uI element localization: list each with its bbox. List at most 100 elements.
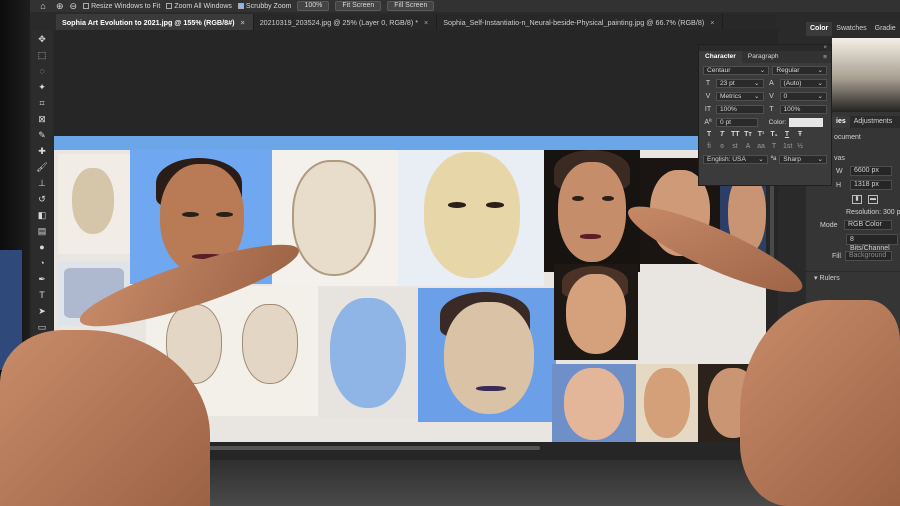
marquee-icon[interactable]: ⬚ (36, 50, 48, 61)
pen-icon[interactable]: ✒ (36, 274, 48, 285)
antialias-select[interactable]: Sharp ⌄ (779, 154, 827, 164)
zoom-out-icon[interactable]: ⊖ (70, 1, 78, 12)
zoom-all-windows-checkbox[interactable]: Zoom All Windows (166, 3, 232, 10)
language-select[interactable]: English: USA ⌄ (703, 154, 768, 164)
swash-button[interactable]: st (731, 143, 739, 150)
horizontal-scale-field[interactable]: 100% (779, 104, 827, 114)
height-field[interactable]: 1318 px (850, 180, 892, 190)
close-icon[interactable]: × (424, 18, 428, 30)
gradient-icon[interactable]: ▤ (36, 226, 48, 237)
ligature-button[interactable]: fi (705, 143, 713, 150)
antialias-value: Sharp (783, 155, 801, 163)
eyedropper-icon[interactable]: ✎ (36, 130, 48, 141)
home-icon[interactable]: ⌂ (36, 1, 50, 11)
rulers-section[interactable]: ▾ Rulers (806, 271, 900, 284)
scrubby-zoom-label: Scrubby Zoom (245, 2, 292, 10)
eraser-icon[interactable]: ◧ (36, 210, 48, 221)
discretionary-ligature-button[interactable]: ɞ (718, 143, 726, 150)
superscript-button[interactable]: T¹ (757, 131, 765, 138)
chevron-down-icon: ⌄ (817, 66, 823, 74)
faux-italic-button[interactable]: T (718, 131, 726, 138)
font-size-value: 23 pt (720, 79, 735, 87)
tracking-icon: V (769, 92, 774, 100)
tab-sophia-art-evolution[interactable]: Sophia Art Evolution to 2021.jpg @ 155% … (56, 14, 254, 30)
tab-gradients[interactable]: Gradie (871, 22, 900, 36)
chevron-down-icon: ⌄ (817, 92, 823, 100)
landscape-icon[interactable]: ▬ (868, 195, 878, 204)
tab-sophia-self-instantiation[interactable]: Sophia_Self-Instantiatio-n_Neural-beside… (437, 14, 724, 30)
font-style-select[interactable]: Regular ⌄ (772, 65, 827, 75)
scrubby-zoom-checkbox[interactable]: Scrubby Zoom (237, 2, 292, 10)
tab-20210319[interactable]: 20210319_203524.jpg @ 25% (Layer 0, RGB/… (254, 14, 438, 30)
healing-icon[interactable]: ✚ (36, 146, 48, 157)
tab-properties[interactable]: ies (832, 116, 850, 128)
color-picker-field[interactable] (832, 38, 900, 112)
vertical-scale-field[interactable]: 100% (716, 104, 764, 114)
tab-adjustments[interactable]: Adjustments (850, 116, 897, 128)
dodge-icon[interactable]: ◔ (36, 258, 48, 269)
fill-select[interactable]: Background (844, 251, 892, 261)
font-size-field[interactable]: 23 pt ⌄ (716, 78, 764, 88)
chevron-down-icon: ⌄ (817, 79, 823, 87)
magic-wand-icon[interactable]: ✦ (36, 82, 48, 93)
stylistic-alternates-button[interactable]: A (744, 143, 752, 150)
underline-button[interactable]: T (783, 131, 791, 138)
fit-screen-button[interactable]: Fit Screen (335, 1, 382, 11)
type-icon[interactable]: T (36, 290, 48, 301)
small-caps-button[interactable]: Tт (744, 131, 752, 138)
close-icon[interactable]: × (240, 18, 244, 30)
font-family-select[interactable]: Centaur ⌄ (703, 65, 770, 75)
kerning-icon: V (705, 92, 711, 100)
tracking-field[interactable]: 0 ⌄ (779, 91, 827, 101)
bit-depth-select[interactable]: 8 Bits/Channel (846, 234, 898, 252)
frame-icon[interactable]: ⊠ (36, 114, 48, 125)
text-color-swatch[interactable] (789, 117, 824, 127)
portrait-icon[interactable]: ▮ (852, 195, 862, 204)
crop-icon[interactable]: ⌗ (36, 98, 48, 109)
zoom-all-windows-label: Zoom All Windows (174, 2, 232, 10)
brush-icon[interactable]: 🖌 (36, 162, 48, 173)
width-field[interactable]: 6600 px (850, 166, 892, 176)
kerning-field[interactable]: Metrics ⌄ (716, 91, 764, 101)
antialias-icon: ªa (770, 156, 777, 162)
faux-bold-button[interactable]: T (705, 131, 713, 138)
fill-row: Fill Background (806, 249, 900, 263)
tab-character[interactable]: Character (699, 51, 742, 63)
horizontal-scale-value: 100% (783, 105, 801, 113)
history-brush-icon[interactable]: ↺ (36, 194, 48, 205)
all-caps-button[interactable]: TT (731, 131, 740, 138)
color-panel-tabs: Color Swatches Gradie (806, 22, 900, 36)
lasso-icon[interactable]: ◌ (36, 66, 48, 77)
stamp-icon[interactable]: ⊥ (36, 178, 48, 189)
fill-screen-button[interactable]: Fill Screen (387, 1, 435, 11)
blur-icon[interactable]: ● (36, 242, 48, 253)
ordinals-button[interactable]: 1st (783, 143, 792, 150)
strikethrough-button[interactable]: Ŧ (796, 131, 804, 138)
tab-paragraph[interactable]: Paragraph (742, 51, 785, 63)
leading-field[interactable]: (Auto) ⌄ (779, 78, 827, 88)
ornaments-button[interactable]: T (770, 143, 778, 150)
painting-white-sketch-1 (272, 150, 398, 286)
subscript-button[interactable]: T₁ (770, 131, 778, 138)
horizontal-scrollbar[interactable] (200, 446, 540, 450)
canvas-top-band (54, 136, 766, 150)
tools-panel: ✥ ⬚ ◌ ✦ ⌗ ⊠ ✎ ✚ 🖌 ⊥ ↺ ◧ ▤ ● ◔ ✒ T ➤ ▭ ✋ (32, 30, 52, 350)
resolution-text: Resolution: 300 pi (846, 209, 900, 216)
baseline-shift-field[interactable]: 0 pt (716, 117, 758, 127)
close-icon[interactable]: × (710, 18, 714, 30)
zoom-in-icon[interactable]: ⊕ (56, 1, 64, 12)
path-select-icon[interactable]: ➤ (36, 306, 48, 317)
titling-button[interactable]: aa (757, 143, 765, 150)
close-icon[interactable]: × (823, 45, 827, 51)
mode-row: Mode RGB Color (806, 218, 900, 232)
panel-menu-icon[interactable]: ≡ (823, 54, 831, 61)
horizontal-scale-icon: T (769, 105, 774, 113)
tab-swatches[interactable]: Swatches (832, 22, 870, 36)
resize-windows-checkbox[interactable]: Resize Windows to Fit (83, 3, 160, 10)
tab-color[interactable]: Color (806, 22, 833, 36)
zoom-value-field[interactable]: 100% (297, 1, 330, 11)
mode-select[interactable]: RGB Color (844, 220, 892, 230)
scale-row: IT 100% T 100% (699, 103, 831, 115)
fractions-button[interactable]: ½ (796, 143, 804, 150)
move-icon[interactable]: ✥ (36, 34, 48, 45)
